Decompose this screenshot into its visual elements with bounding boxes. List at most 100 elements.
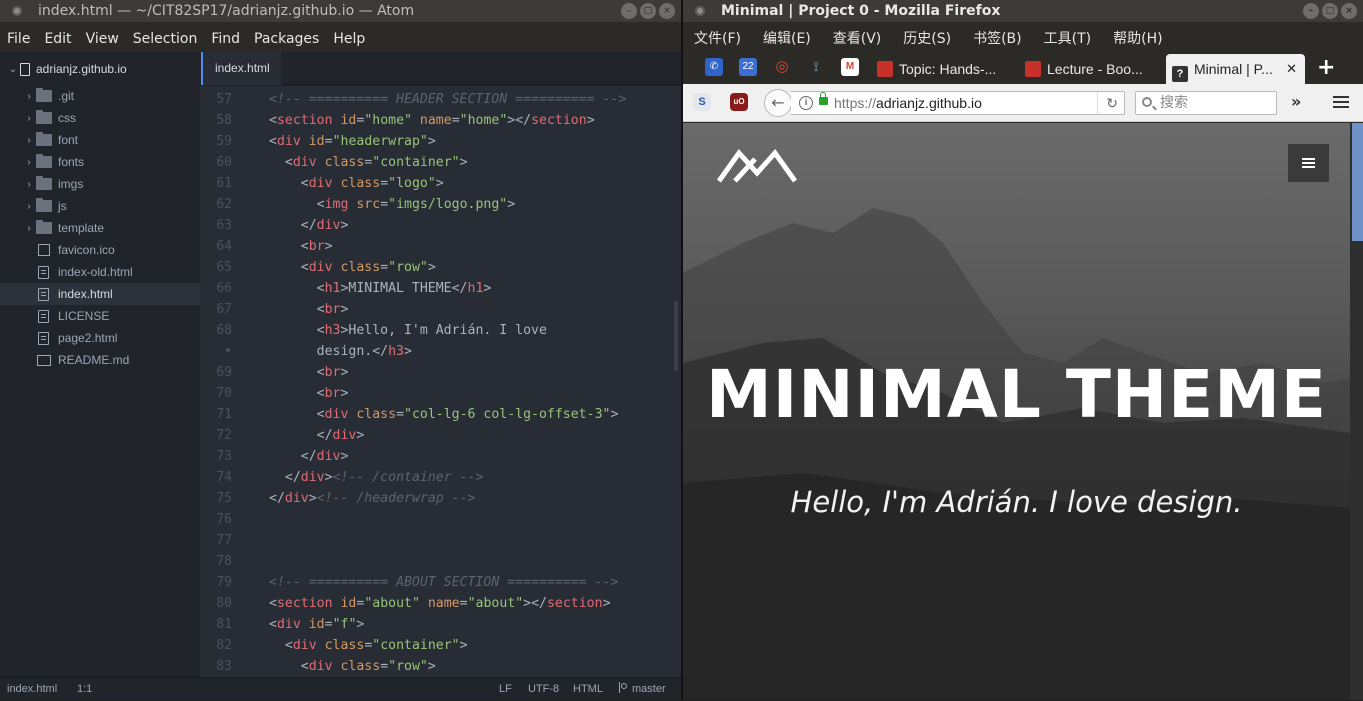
lock-icon[interactable] [819,92,828,105]
tab-label: Topic: Hands-... [899,61,997,77]
info-icon[interactable]: i [799,96,813,110]
code-line[interactable]: <div class="container"> [269,155,468,170]
firefox-window: Minimal | Project 0 - Mozilla Firefox – … [683,0,1363,700]
code-line[interactable]: <br> [269,386,349,401]
hamburger-menu-icon[interactable] [1333,96,1349,98]
pinned-tab-chrome-icon[interactable]: ◎ [773,58,791,76]
menu-bookmarks[interactable]: 书签(B) [962,26,1033,52]
status-grammar[interactable]: HTML [573,678,603,701]
code-editor[interactable]: 57 <!-- ========== HEADER SECTION =======… [200,86,681,677]
code-line[interactable]: </div><!-- /container --> [269,470,484,485]
menu-help[interactable]: Help [326,22,372,52]
code-line[interactable]: <br> [269,302,349,317]
tree-item-font[interactable]: › font [0,129,200,151]
tab-topic[interactable]: Topic: Hands-... [873,54,1005,84]
extension-s-icon[interactable]: S [693,93,711,111]
tree-item-readme[interactable]: README.md [0,349,200,371]
code-line[interactable]: design.</h3> [269,344,412,359]
minimize-icon[interactable]: – [1303,3,1319,19]
url-text: https://adrianjz.github.io [834,92,982,114]
menu-selection[interactable]: Selection [126,22,205,52]
code-line[interactable]: </div> [269,218,349,233]
code-line[interactable]: <br> [269,365,349,380]
code-line[interactable]: <div class="container"> [269,638,468,653]
tab-index-html[interactable]: index.html [201,52,281,85]
code-line[interactable]: <div class="row"> [269,260,436,275]
tree-item-page2[interactable]: page2.html [0,327,200,349]
file-icon [38,287,49,301]
code-line[interactable]: </div><!-- /headerwrap --> [269,491,475,506]
pinned-tab-calendar-icon[interactable]: 22 [739,58,757,76]
menu-help[interactable]: 帮助(H) [1102,26,1173,52]
new-tab-icon[interactable]: + [1317,56,1335,80]
menu-history[interactable]: 历史(S) [892,26,962,52]
code-line[interactable]: <!-- ========== ABOUT SECTION ==========… [269,575,618,590]
scrollbar-thumb[interactable] [1352,123,1363,241]
line-number: 83 [216,659,232,674]
tab-minimal[interactable]: ? Minimal | P... ✕ [1166,54,1305,84]
menu-file[interactable]: 文件(F) [683,26,752,52]
tree-item-js[interactable]: › js [0,195,200,217]
menu-edit[interactable]: 编辑(E) [752,26,822,52]
maximize-icon[interactable]: □ [640,3,656,19]
status-branch[interactable]: master [619,678,666,701]
code-line[interactable]: </div> [269,449,349,464]
tree-item-index[interactable]: index.html [0,283,200,305]
close-icon[interactable]: × [659,3,675,19]
code-line[interactable]: <br> [269,239,333,254]
page-scrollbar[interactable] [1350,123,1363,700]
project-root[interactable]: ⌄ adrianjz.github.io [6,58,127,80]
menu-view[interactable]: 查看(V) [822,26,893,52]
menu-view[interactable]: View [79,22,126,52]
code-line[interactable]: </div> [269,428,365,443]
status-cursor[interactable]: 1:1 [77,678,92,701]
minimize-icon[interactable]: – [621,3,637,19]
folder-icon [36,198,52,212]
toolbar-overflow-icon[interactable]: » [1291,92,1301,111]
code-line[interactable]: <h1>MINIMAL THEME</h1> [269,281,492,296]
app-menu-icon[interactable] [695,6,705,16]
maximize-icon[interactable]: □ [1322,3,1338,19]
reload-icon[interactable]: ↻ [1097,92,1118,114]
menu-edit[interactable]: Edit [37,22,78,52]
code-line[interactable]: <!-- ========== HEADER SECTION =========… [269,92,626,107]
app-menu-icon[interactable] [12,6,22,16]
tree-item-license[interactable]: LICENSE [0,305,200,327]
status-encoding[interactable]: UTF-8 [528,678,559,701]
ublock-icon[interactable]: uO [730,93,748,111]
code-line[interactable]: <section id="about" name="about"></secti… [269,596,611,611]
tab-close-icon[interactable]: ✕ [1286,54,1297,84]
code-line[interactable]: <section id="home" name="home"></section… [269,113,595,128]
tree-item-template[interactable]: › template [0,217,200,239]
code-line[interactable]: <div class="row"> [269,659,436,674]
status-file[interactable]: index.html [7,678,57,701]
code-line[interactable]: <div class="logo"> [269,176,444,191]
tab-lecture[interactable]: Lecture - Boo... [1021,54,1161,84]
code-line[interactable]: <h3>Hello, I'm Adrián. I love [269,323,547,338]
menu-tools[interactable]: 工具(T) [1033,26,1102,52]
site-menu-button[interactable] [1288,144,1329,182]
editor-scrollbar-thumb[interactable] [674,301,678,371]
status-line-ending[interactable]: LF [499,678,512,701]
tree-item-git[interactable]: › .git [0,85,200,107]
menu-file[interactable]: File [0,22,37,52]
code-line[interactable]: <div id="f"> [269,617,364,632]
code-line[interactable]: <img src="imgs/logo.png"> [269,197,516,212]
code-line[interactable]: <div id="headerwrap"> [269,134,436,149]
tree-item-index-old[interactable]: index-old.html [0,261,200,283]
pinned-tab-phone-icon[interactable]: ✆ [705,58,723,76]
tree-item-imgs[interactable]: › imgs [0,173,200,195]
url-bar[interactable]: i https://adrianjz.github.io ↻ [791,91,1125,115]
pinned-tab-bird-icon[interactable]: ⟟ [807,58,825,76]
menu-packages[interactable]: Packages [247,22,326,52]
tree-item-fonts[interactable]: › fonts [0,151,200,173]
close-icon[interactable]: × [1341,3,1357,19]
tree-item-css[interactable]: › css [0,107,200,129]
menu-find[interactable]: Find [204,22,247,52]
code-line[interactable]: <div class="col-lg-6 col-lg-offset-3"> [269,407,619,422]
search-input[interactable]: 搜索 [1135,91,1277,115]
pinned-tab-gmail-icon[interactable]: M [841,58,859,76]
tree-item-favicon[interactable]: favicon.ico [0,239,200,261]
site-logo[interactable] [717,149,797,183]
back-button[interactable]: ← [764,89,792,117]
